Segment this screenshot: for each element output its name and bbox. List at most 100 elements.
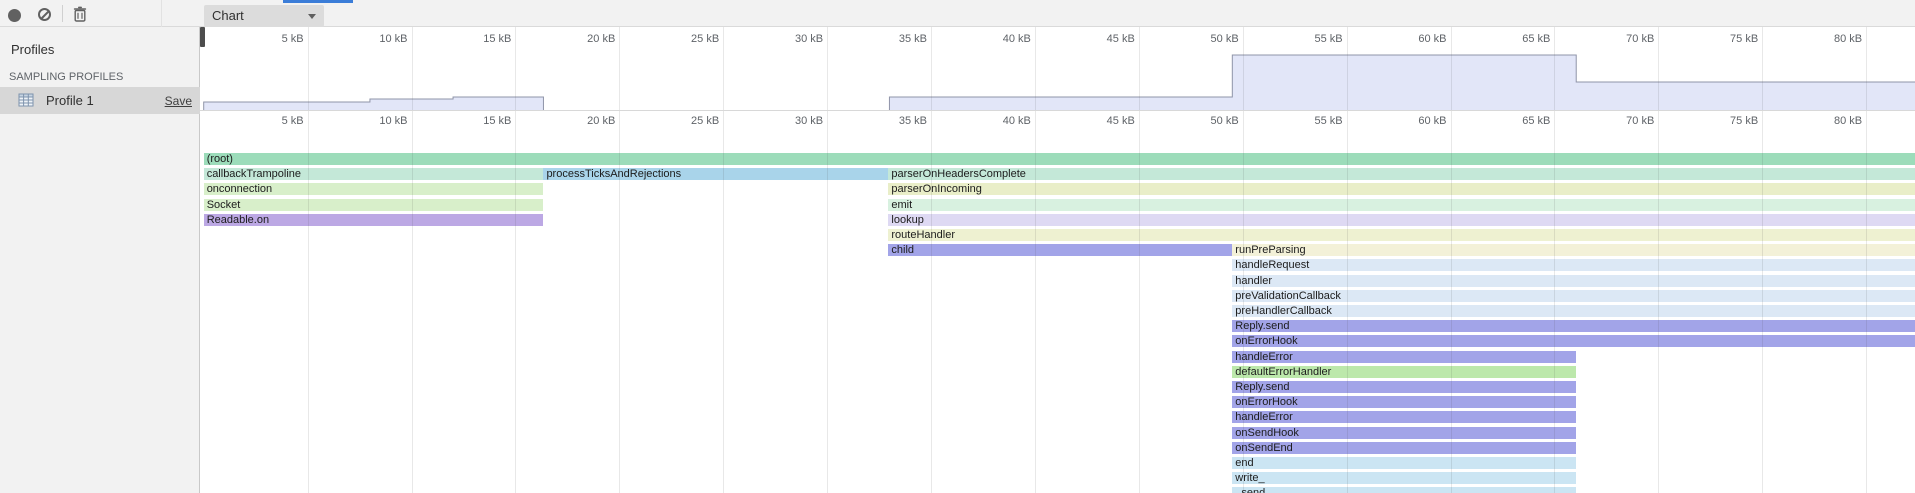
gridline: [515, 27, 516, 110]
chevron-down-icon: [308, 14, 316, 19]
trash-icon[interactable]: [72, 6, 88, 22]
flame-bar[interactable]: child: [888, 244, 1232, 256]
ruler-tick-label: 20 kB: [587, 115, 615, 127]
ruler-tick-label: 65 kB: [1522, 33, 1550, 45]
gridline: [515, 111, 516, 493]
ruler-tick-label: 60 kB: [1418, 33, 1446, 45]
ruler-tick-label: 70 kB: [1626, 115, 1654, 127]
flame-bar[interactable]: onSendHook: [1232, 427, 1576, 439]
gridline: [723, 27, 724, 110]
view-mode-value: Chart: [212, 8, 244, 23]
save-link[interactable]: Save: [165, 94, 192, 108]
ruler-tick-label: 65 kB: [1522, 115, 1550, 127]
gridline: [1866, 27, 1867, 110]
flame-bar[interactable]: write_: [1232, 472, 1576, 484]
sampling-profiles-header: SAMPLING PROFILES: [9, 71, 123, 83]
clear-icon[interactable]: [38, 8, 51, 21]
ruler-tick-label: 75 kB: [1730, 33, 1758, 45]
flame-bar[interactable]: handler: [1232, 275, 1915, 287]
ruler-tick-label: 40 kB: [1003, 33, 1031, 45]
flame-bar[interactable]: onErrorHook: [1232, 335, 1915, 347]
ruler-tick-label: 5 kB: [282, 33, 304, 45]
gridline: [827, 111, 828, 493]
flame-bar[interactable]: lookup: [888, 214, 1915, 226]
flame-bar[interactable]: preValidationCallback: [1232, 290, 1915, 302]
gridline: [1658, 27, 1659, 110]
ruler-tick-label: 60 kB: [1418, 115, 1446, 127]
gridline: [1243, 111, 1244, 493]
flame-bar[interactable]: Reply.send: [1232, 381, 1576, 393]
sidebar-item-profile-1[interactable]: Profile 1 Save: [0, 87, 200, 114]
flame-bar[interactable]: routeHandler: [888, 229, 1915, 241]
ruler-tick-label: 30 kB: [795, 115, 823, 127]
gridline: [1554, 111, 1555, 493]
flame-bar[interactable]: callbackTrampoline: [204, 168, 544, 180]
ruler-tick-label: 20 kB: [587, 33, 615, 45]
gridline: [1243, 27, 1244, 110]
flame-bar[interactable]: handleError: [1232, 351, 1576, 363]
flame-chart-canvas[interactable]: 5 kB10 kB15 kB20 kB25 kB30 kB35 kB40 kB4…: [200, 111, 1915, 493]
ruler-tick-label: 50 kB: [1211, 115, 1239, 127]
flame-bar[interactable]: Socket: [204, 199, 544, 211]
ruler-tick-label: 15 kB: [483, 33, 511, 45]
memory-profiler-panel: Chart Profiles SAMPLING PROFILES Profile…: [0, 0, 1915, 493]
flame-bar[interactable]: onErrorHook: [1232, 396, 1576, 408]
ruler-tick-label: 25 kB: [691, 115, 719, 127]
toolbar-divider: [62, 5, 63, 22]
gridline: [931, 27, 932, 110]
flame-bar[interactable]: parserOnIncoming: [888, 183, 1915, 195]
gridline: [931, 111, 932, 493]
ruler-tick-label: 10 kB: [379, 115, 407, 127]
record-icon[interactable]: [8, 9, 21, 22]
ruler-tick-label: 70 kB: [1626, 33, 1654, 45]
gridline: [1866, 111, 1867, 493]
flame-bar[interactable]: onconnection: [204, 183, 544, 195]
memory-overview-pane[interactable]: 5 kB10 kB15 kB20 kB25 kB30 kB35 kB40 kB4…: [200, 27, 1915, 110]
profiles-sidebar: Profiles SAMPLING PROFILES Profile 1 Sav…: [0, 27, 200, 493]
flame-bar[interactable]: processTicksAndRejections: [543, 168, 888, 180]
overview-window-handle-left[interactable]: [200, 27, 205, 47]
gridline: [1035, 111, 1036, 493]
ruler-tick-label: 15 kB: [483, 115, 511, 127]
gridline: [827, 27, 828, 110]
ruler-tick-label: 10 kB: [379, 33, 407, 45]
toolbar-divider-2: [161, 0, 162, 27]
ruler-tick-label: 50 kB: [1211, 33, 1239, 45]
profile-grid-icon: [18, 92, 34, 108]
gridline: [308, 111, 309, 493]
ruler-tick-label: 25 kB: [691, 33, 719, 45]
flame-bar[interactable]: defaultErrorHandler: [1232, 366, 1576, 378]
ruler-tick-label: 55 kB: [1314, 33, 1342, 45]
ruler-tick-label: 35 kB: [899, 115, 927, 127]
view-mode-select[interactable]: Chart: [204, 5, 324, 27]
flame-bar[interactable]: _send: [1232, 487, 1576, 493]
ruler-tick-label: 80 kB: [1834, 33, 1862, 45]
flame-bar[interactable]: Reply.send: [1232, 320, 1915, 332]
flame-bar[interactable]: emit: [888, 199, 1915, 211]
flame-bar[interactable]: onSendEnd: [1232, 442, 1576, 454]
ruler-tick-label: 80 kB: [1834, 115, 1862, 127]
gridline: [1139, 111, 1140, 493]
gridline: [1035, 27, 1036, 110]
flame-bar[interactable]: runPreParsing: [1232, 244, 1915, 256]
flame-bar[interactable]: handleError: [1232, 411, 1576, 423]
flame-bar[interactable]: preHandlerCallback: [1232, 305, 1915, 317]
flame-bar[interactable]: parserOnHeadersComplete: [888, 168, 1915, 180]
gridline: [412, 111, 413, 493]
gridline: [1658, 111, 1659, 493]
flame-bar[interactable]: Readable.on: [204, 214, 544, 226]
accent-indicator: [283, 0, 353, 3]
gridline: [1347, 27, 1348, 110]
ruler-tick-label: 35 kB: [899, 33, 927, 45]
flame-bar[interactable]: handleRequest: [1232, 259, 1915, 271]
flame-chart-area: 5 kB 10 kB 15 kB 20 kB 25 kB 30 kB 35 kB 40 kB 4…: [200, 27, 1915, 493]
sidebar-title: Profiles: [11, 42, 54, 57]
ruler-tick-label: 45 kB: [1107, 115, 1135, 127]
gridline: [1347, 111, 1348, 493]
gridline: [619, 111, 620, 493]
flame-bar[interactable]: end: [1232, 457, 1576, 469]
gridline: [723, 111, 724, 493]
profiler-toolbar: Chart: [0, 0, 1915, 27]
gridline: [1762, 27, 1763, 110]
ruler-tick-label: 55 kB: [1314, 115, 1342, 127]
